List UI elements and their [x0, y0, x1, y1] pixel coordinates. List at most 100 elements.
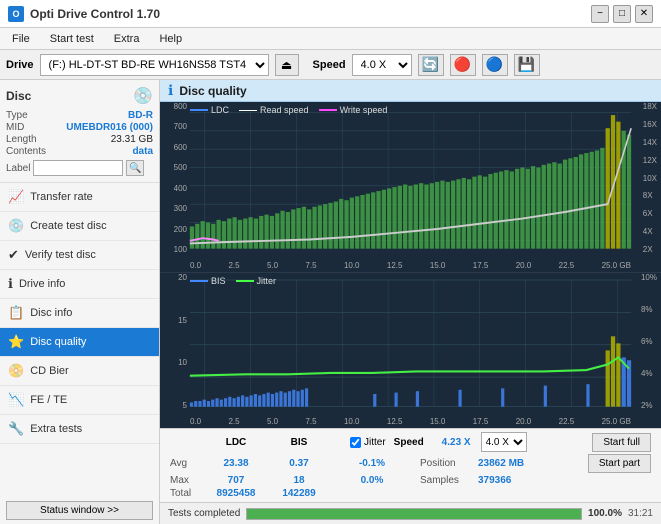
nav-create-test-disc-label: Create test disc — [30, 220, 106, 232]
save-button[interactable]: 💾 — [514, 54, 540, 76]
title-bar: O Opti Drive Control 1.70 − □ ✕ — [0, 0, 661, 28]
refresh-button[interactable]: 🔄 — [418, 54, 444, 76]
total-ldc: 8925458 — [206, 488, 266, 499]
disc-label-label: Label — [6, 163, 30, 174]
chart1-y-axis-right: 18X 16X 14X 12X 10X 8X 6X 4X 2X — [643, 102, 657, 254]
nav-disc-quality-label: Disc quality — [30, 336, 86, 348]
disc-quality-icon: ⭐ — [8, 334, 24, 350]
speed-select-inline[interactable]: 4.0 X — [481, 432, 527, 452]
transfer-rate-icon: 📈 — [8, 189, 24, 205]
disc-quality-header: ℹ Disc quality — [160, 80, 661, 102]
minimize-button[interactable]: − — [591, 5, 609, 23]
nav-transfer-rate-label: Transfer rate — [30, 191, 93, 203]
nav-verify-test-disc[interactable]: ✔ Verify test disc — [0, 241, 159, 270]
samples-label: Samples — [420, 475, 470, 486]
progress-bar-container: Tests completed 100.0% 31:21 — [160, 502, 661, 524]
chart2-y-axis-left: 20 15 10 5 — [162, 273, 187, 410]
status-window-button[interactable]: Status window >> — [6, 501, 153, 520]
nav-drive-info[interactable]: ℹ Drive info — [0, 270, 159, 299]
jitter-checkbox-label[interactable]: Jitter — [350, 437, 386, 448]
start-full-button[interactable]: Start full — [592, 433, 651, 452]
disc-mid-value: UMEBDR016 (000) — [66, 122, 153, 133]
status-text: Tests completed — [168, 508, 240, 519]
maximize-button[interactable]: □ — [613, 5, 631, 23]
sidebar: Disc 💿 Type BD-R MID UMEBDR016 (000) Len… — [0, 80, 160, 524]
nav-cd-bier[interactable]: 📀 CD Bier — [0, 357, 159, 386]
close-button[interactable]: ✕ — [635, 5, 653, 23]
label-search-button[interactable]: 🔍 — [126, 160, 144, 176]
format-button[interactable]: 🔵 — [482, 54, 508, 76]
drive-bar: Drive (F:) HL-DT-ST BD-RE WH16NS58 TST4 … — [0, 50, 661, 80]
drive-info-icon: ℹ — [8, 276, 13, 292]
drive-label: Drive — [6, 59, 34, 71]
disc-section: Disc 💿 Type BD-R MID UMEBDR016 (000) Len… — [0, 80, 159, 183]
chart2-svg — [160, 273, 661, 428]
drive-select[interactable]: (F:) HL-DT-ST BD-RE WH16NS58 TST4 — [40, 54, 269, 76]
nav-verify-test-disc-label: Verify test disc — [25, 249, 96, 261]
disc-title: Disc — [6, 89, 31, 103]
disc-icon: 💿 — [133, 86, 153, 106]
speed-header: Speed — [394, 437, 434, 448]
max-label: Max — [170, 475, 198, 486]
jitter-label: Jitter — [364, 437, 386, 448]
speed-label: Speed — [313, 59, 346, 71]
create-test-disc-icon: 💿 — [8, 218, 24, 234]
ldc-header: LDC — [206, 437, 266, 448]
speed-val: 4.23 X — [442, 437, 471, 448]
menu-help[interactable]: Help — [155, 32, 186, 46]
nav-disc-info[interactable]: 📋 Disc info — [0, 299, 159, 328]
nav-extra-tests-label: Extra tests — [30, 423, 82, 435]
chart1-svg — [160, 102, 661, 272]
samples-val: 379366 — [478, 475, 511, 486]
nav-fe-te[interactable]: 📉 FE / TE — [0, 386, 159, 415]
chart1-legend: LDC Read speed Write speed — [190, 105, 387, 115]
nav-disc-info-label: Disc info — [30, 307, 72, 319]
disc-length-value: 23.31 GB — [111, 134, 153, 145]
legend-jitter: Jitter — [257, 276, 277, 286]
disc-info-icon: 📋 — [8, 305, 24, 321]
start-part-button[interactable]: Start part — [588, 454, 651, 473]
menu-file[interactable]: File — [8, 32, 34, 46]
nav-disc-quality[interactable]: ⭐ Disc quality — [0, 328, 159, 357]
avg-bis: 0.37 — [274, 458, 324, 469]
total-label: Total — [170, 488, 198, 499]
avg-label: Avg — [170, 458, 198, 469]
bis-header: BIS — [274, 437, 324, 448]
extra-tests-icon: 🔧 — [8, 421, 24, 437]
speed-select[interactable]: 4.0 X — [352, 54, 412, 76]
disc-contents-value: data — [132, 146, 153, 157]
fe-te-icon: 📉 — [8, 392, 24, 408]
chart1-x-axis: 0.0 2.5 5.0 7.5 10.0 12.5 15.0 17.5 20.0… — [190, 261, 631, 270]
disc-quality-title: Disc quality — [179, 84, 246, 98]
menu-bar: File Start test Extra Help — [0, 28, 661, 50]
disc-length-label: Length — [6, 134, 37, 145]
menu-start-test[interactable]: Start test — [46, 32, 98, 46]
nav-extra-tests[interactable]: 🔧 Extra tests — [0, 415, 159, 444]
menu-extra[interactable]: Extra — [110, 32, 144, 46]
app-title: Opti Drive Control 1.70 — [30, 7, 160, 21]
chart1-container: LDC Read speed Write speed 800 700 60 — [160, 102, 661, 273]
avg-ldc: 23.38 — [206, 458, 266, 469]
nav-fe-te-label: FE / TE — [30, 394, 67, 406]
nav-items: 📈 Transfer rate 💿 Create test disc ✔ Ver… — [0, 183, 159, 497]
chart2-legend: BIS Jitter — [190, 276, 276, 286]
eject-button[interactable]: ⏏ — [275, 54, 299, 76]
avg-jitter: -0.1% — [332, 458, 412, 469]
max-jitter: 0.0% — [332, 475, 412, 486]
disc-type-label: Type — [6, 110, 28, 121]
nav-create-test-disc[interactable]: 💿 Create test disc — [0, 212, 159, 241]
progress-track — [246, 508, 582, 520]
nav-transfer-rate[interactable]: 📈 Transfer rate — [0, 183, 159, 212]
position-val: 23862 MB — [478, 458, 524, 469]
jitter-checkbox[interactable] — [350, 437, 361, 448]
cd-bier-icon: 📀 — [8, 363, 24, 379]
progress-fill — [247, 509, 581, 519]
max-bis: 18 — [274, 475, 324, 486]
max-ldc: 707 — [206, 475, 266, 486]
disc-label-input[interactable] — [33, 160, 123, 176]
chart2-container: BIS Jitter 20 15 10 5 10% — [160, 273, 661, 428]
chart2-y-axis-right: 10% 8% 6% 4% 2% — [641, 273, 657, 410]
nav-cd-bier-label: CD Bier — [30, 365, 69, 377]
erase-button[interactable]: 🔴 — [450, 54, 476, 76]
progress-time: 31:21 — [628, 508, 653, 519]
